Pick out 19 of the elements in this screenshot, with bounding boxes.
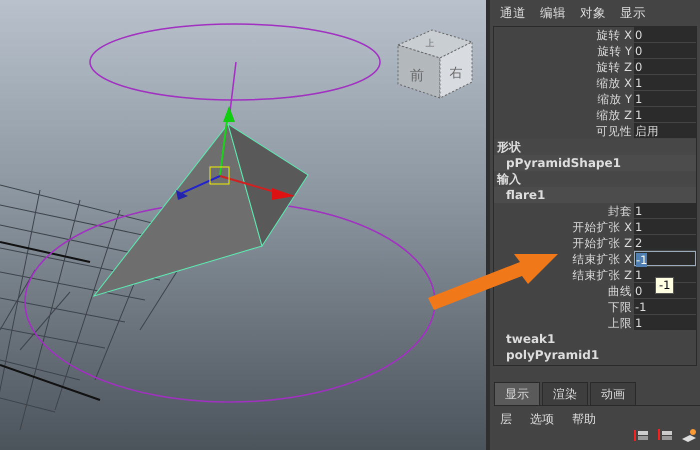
attribute-label: 可见性: [595, 123, 633, 139]
attribute-label: 开始扩张 Z: [571, 235, 633, 251]
cube-right-label: 右: [450, 66, 462, 80]
attribute-label: 封套: [607, 203, 633, 219]
attribute-label: 缩放 X: [595, 75, 633, 91]
cube-top-label: 上: [426, 40, 434, 48]
attribute-label: 上限: [607, 315, 633, 331]
tooltip: -1: [655, 277, 674, 294]
attribute-label: 旋转 Z: [595, 59, 633, 75]
attribute-label: 旋转 Y: [596, 43, 633, 59]
attribute-label: 结束扩张 Z: [571, 267, 633, 283]
attribute-label: 下限: [607, 299, 633, 315]
attribute-label: 缩放 Y: [596, 91, 633, 107]
attribute-label: 旋转 X: [595, 27, 633, 43]
cube-front-label: 前: [410, 69, 424, 83]
attribute-label: 缩放 Z: [595, 107, 633, 123]
attribute-label: 曲线: [607, 283, 633, 299]
attribute-label: 开始扩张 X: [571, 219, 633, 235]
attribute-label: 结束扩张 X: [571, 251, 633, 267]
